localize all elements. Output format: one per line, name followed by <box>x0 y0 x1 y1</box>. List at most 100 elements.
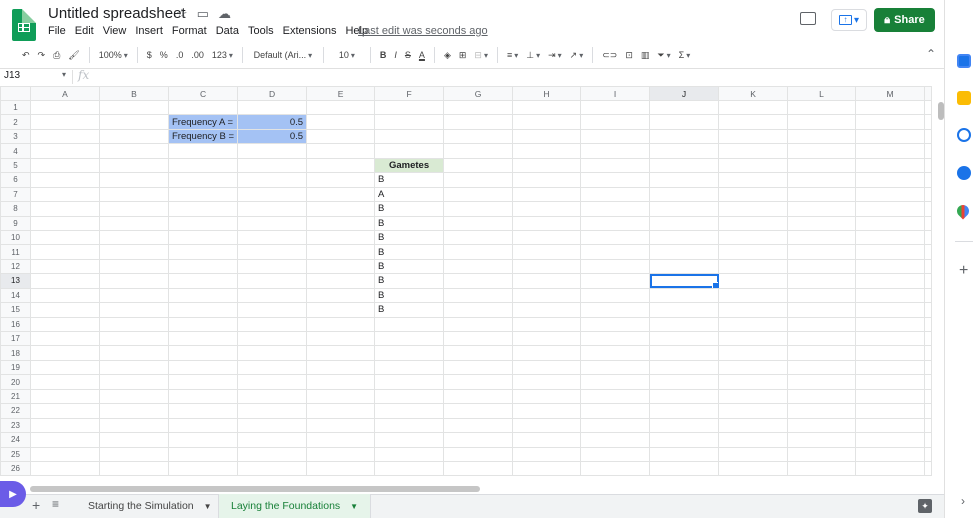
cell-i4[interactable] <box>580 143 651 159</box>
cell-f6[interactable]: B <box>374 172 445 188</box>
cell-i12[interactable] <box>580 258 651 275</box>
row-header[interactable]: 18 <box>0 345 31 361</box>
cell-d18[interactable] <box>237 345 308 361</box>
cell-m25[interactable] <box>855 446 926 462</box>
paint-format-icon[interactable]: 🖌︎ <box>64 45 83 65</box>
cell-a22[interactable] <box>30 403 100 419</box>
cell-c19[interactable] <box>167 359 239 376</box>
cell-c20[interactable] <box>167 374 239 390</box>
cell-m12[interactable] <box>855 258 926 275</box>
cell-c6[interactable] <box>167 172 239 188</box>
strikethrough-button[interactable]: S <box>401 45 415 65</box>
vertical-align-icon[interactable]: ⊥ <box>522 45 544 65</box>
cell-i11[interactable] <box>580 244 651 260</box>
cell-f26[interactable] <box>374 460 445 477</box>
cell-e16[interactable] <box>306 316 376 333</box>
cell-l25[interactable] <box>787 446 857 462</box>
cell-f15[interactable]: B <box>374 302 445 318</box>
cell-l18[interactable] <box>787 345 857 361</box>
cell-j22[interactable] <box>649 403 720 419</box>
cell-d24[interactable] <box>237 432 308 448</box>
horizontal-scrollbar[interactable] <box>30 486 938 492</box>
row-header[interactable]: 5 <box>0 157 31 174</box>
cell-c22[interactable] <box>167 403 239 419</box>
cell-j20[interactable] <box>649 374 720 390</box>
cell-e26[interactable] <box>306 460 376 477</box>
move-folder-icon[interactable]: ▭ <box>197 6 209 22</box>
cell-k7[interactable] <box>718 186 789 203</box>
cell-h1[interactable] <box>512 99 582 116</box>
cell-k24[interactable] <box>718 432 789 448</box>
cell-a25[interactable] <box>30 446 100 462</box>
cell-c8[interactable] <box>167 201 239 217</box>
cell-a3[interactable] <box>30 128 100 145</box>
cell-l23[interactable] <box>787 417 857 434</box>
cell-i10[interactable] <box>580 229 651 246</box>
cell-b24[interactable] <box>99 432 169 448</box>
row-header[interactable]: 21 <box>0 388 31 405</box>
row-header[interactable]: 26 <box>0 460 31 477</box>
cell-e17[interactable] <box>306 330 376 347</box>
cell-d20[interactable] <box>237 374 308 390</box>
cell-d13[interactable] <box>237 273 308 289</box>
cell-f12[interactable]: B <box>374 258 445 275</box>
cell-b7[interactable] <box>99 186 169 203</box>
cell-j25[interactable] <box>649 446 720 462</box>
cell-k21[interactable] <box>718 388 789 405</box>
cell-b11[interactable] <box>99 244 169 260</box>
cell-f8[interactable]: B <box>374 201 445 217</box>
cell-e18[interactable] <box>306 345 376 361</box>
cell-g7[interactable] <box>443 186 514 203</box>
cell-a24[interactable] <box>30 432 100 448</box>
keep-icon[interactable] <box>957 91 971 105</box>
text-rotation-icon[interactable]: ↗ <box>566 45 588 65</box>
fill-color-icon[interactable]: ◈ <box>440 45 455 65</box>
cell-j17[interactable] <box>649 330 720 347</box>
cell-a9[interactable] <box>30 215 100 231</box>
cell-i15[interactable] <box>580 302 651 318</box>
cell-f14[interactable]: B <box>374 287 445 304</box>
cell-e9[interactable] <box>306 215 376 231</box>
cell-e8[interactable] <box>306 201 376 217</box>
cell-g6[interactable] <box>443 172 514 188</box>
cell-e4[interactable] <box>306 143 376 159</box>
cell-j15[interactable] <box>649 302 720 318</box>
cell-b22[interactable] <box>99 403 169 419</box>
all-sheets-menu-icon[interactable]: ≡ <box>52 497 59 511</box>
cell-k13[interactable] <box>718 273 789 289</box>
row-header[interactable]: 7 <box>0 186 31 203</box>
cell-i20[interactable] <box>580 374 651 390</box>
chevron-right-icon[interactable]: › <box>961 494 965 508</box>
cell-d12[interactable] <box>237 258 308 275</box>
cell-g26[interactable] <box>443 460 514 477</box>
functions-icon[interactable]: Σ <box>675 45 695 65</box>
cell-k10[interactable] <box>718 229 789 246</box>
cell-j6[interactable] <box>649 172 720 188</box>
cell-m14[interactable] <box>855 287 926 304</box>
cell-c11[interactable] <box>167 244 239 260</box>
cell-l17[interactable] <box>787 330 857 347</box>
cell-f18[interactable] <box>374 345 445 361</box>
cell-i1[interactable] <box>580 99 651 116</box>
cell-c17[interactable] <box>167 330 239 347</box>
font-select[interactable]: Default (Ari... <box>248 45 318 65</box>
cell-l2[interactable] <box>787 114 857 130</box>
cell-g25[interactable] <box>443 446 514 462</box>
cell-c10[interactable] <box>167 229 239 246</box>
column-header-h[interactable]: H <box>512 86 582 101</box>
cell-i19[interactable] <box>580 359 651 376</box>
cell-c23[interactable] <box>167 417 239 434</box>
add-sheet-icon[interactable]: + <box>32 497 40 513</box>
cell-e21[interactable] <box>306 388 376 405</box>
cell-m23[interactable] <box>855 417 926 434</box>
cell-c1[interactable] <box>167 99 239 116</box>
cell-l5[interactable] <box>787 157 857 174</box>
cell-a14[interactable] <box>30 287 100 304</box>
text-wrap-icon[interactable]: ⇥ <box>544 45 566 65</box>
row-header[interactable]: 14 <box>0 287 31 304</box>
cell-j5[interactable] <box>649 157 720 174</box>
menu-file[interactable]: File <box>48 25 66 37</box>
cell-a11[interactable] <box>30 244 100 260</box>
cell-k6[interactable] <box>718 172 789 188</box>
cell-b19[interactable] <box>99 359 169 376</box>
